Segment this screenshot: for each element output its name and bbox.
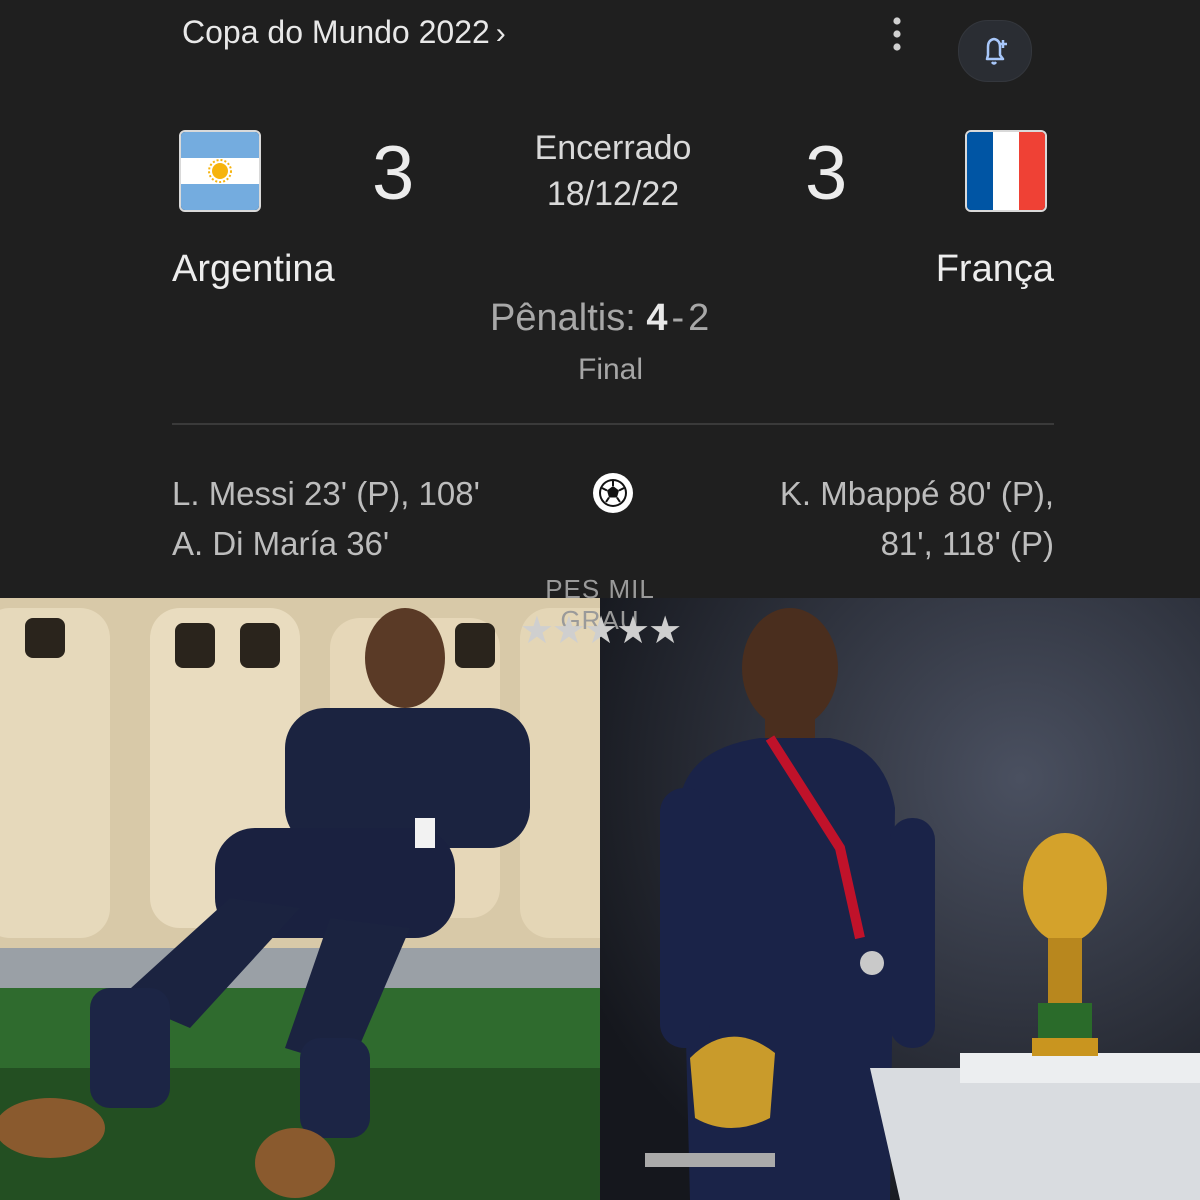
away-score: 3 <box>805 131 848 216</box>
match-date: 18/12/22 <box>546 174 680 213</box>
stage-label: Final <box>578 353 644 386</box>
scorer-line: 81', 118' (P) <box>880 524 1054 562</box>
france-flag-icon <box>965 130 1047 212</box>
status-label: Encerrado <box>534 129 692 167</box>
soccer-ball-icon <box>591 471 635 515</box>
penalties-label: Pênaltis: <box>490 297 636 339</box>
penalties-home: 4 <box>646 297 668 339</box>
photo-bench <box>0 598 600 1200</box>
away-scorers: K. Mbappé 80' (P), 81', 118' (P) <box>780 469 1054 568</box>
competition-link[interactable]: Copa do Mundo 2022 › <box>182 14 506 51</box>
penalties-separator: - <box>671 297 685 339</box>
bell-plus-icon <box>985 37 1007 65</box>
penalties-away: 2 <box>688 297 710 339</box>
home-scorers: L. Messi 23' (P), 108' A. Di María 36' <box>172 469 480 568</box>
penalties: Pênaltis: 4-2 <box>490 297 709 340</box>
divider <box>172 423 1054 425</box>
scorer-line: L. Messi 23' (P), 108' <box>172 475 480 512</box>
away-team-name[interactable]: França <box>936 248 1054 291</box>
scorer-line: K. Mbappé 80' (P), <box>779 475 1054 512</box>
match-status: Encerrado 18/12/22 <box>493 126 733 218</box>
scorer-line: A. Di María 36' <box>172 524 390 562</box>
more-vert-icon[interactable] <box>880 14 914 54</box>
follow-button[interactable] <box>958 20 1032 82</box>
home-score: 3 <box>372 131 415 216</box>
competition-title: Copa do Mundo 2022 <box>182 14 490 50</box>
watermark-stars: ★★★★★ <box>519 610 682 652</box>
match-card: Copa do Mundo 2022 › 3 Encerrado 18/12/22… <box>0 0 1200 598</box>
chevron-right-icon: › <box>495 17 506 50</box>
argentina-flag-icon <box>179 130 261 212</box>
photo-trophy <box>600 598 1200 1200</box>
home-team-name[interactable]: Argentina <box>172 248 335 291</box>
